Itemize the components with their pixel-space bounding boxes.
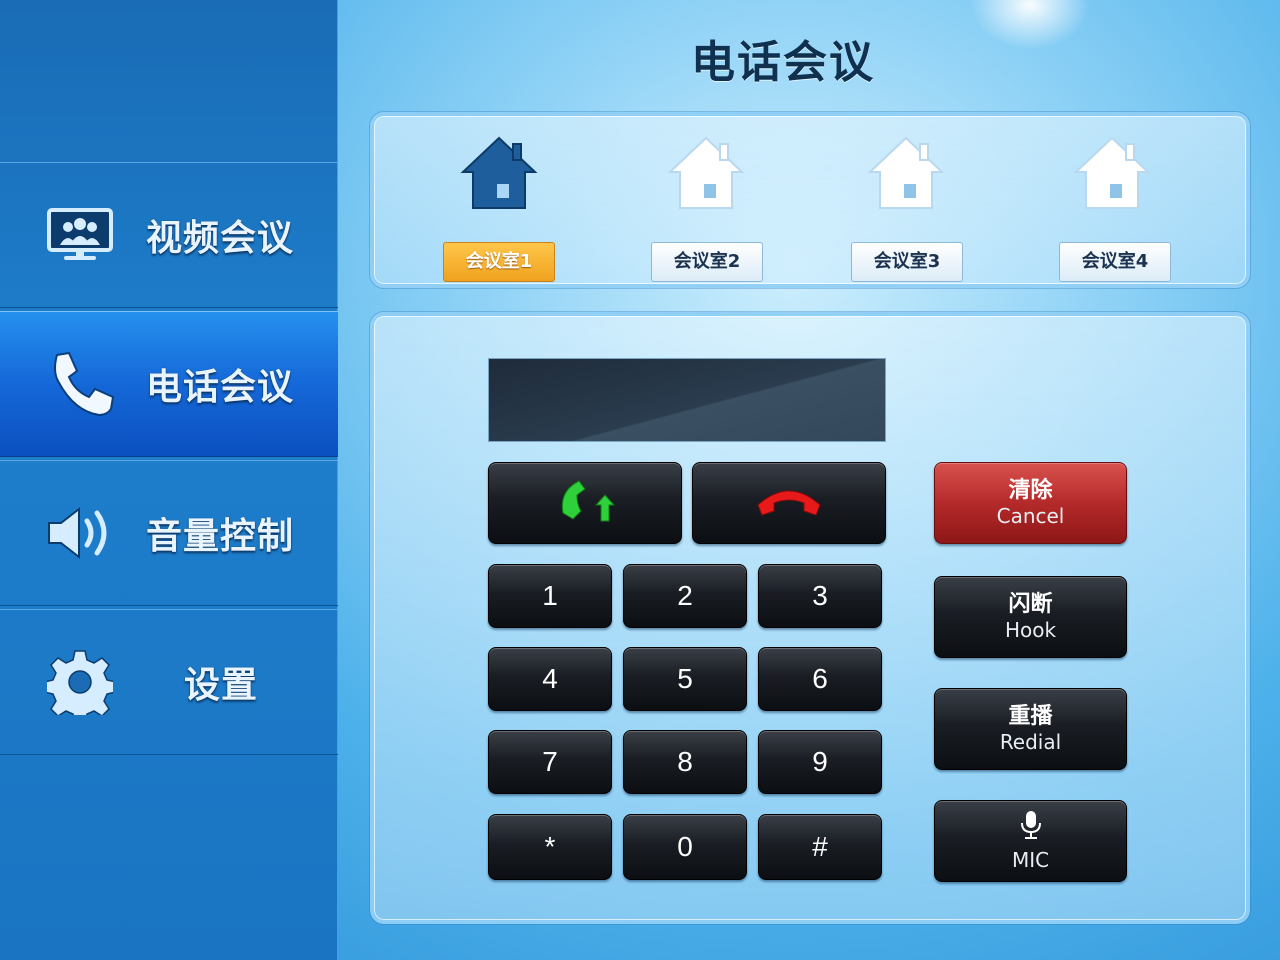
sidebar: 视频会议 电话会议 音量控制 设置 [0, 0, 338, 960]
redial-button[interactable]: 重播 Redial [934, 688, 1127, 770]
key-hash[interactable]: # [758, 814, 882, 880]
call-button[interactable] [488, 462, 682, 544]
sidebar-item-label: 音量控制 [146, 516, 295, 557]
key-1[interactable]: 1 [488, 564, 612, 628]
sidebar-item-settings[interactable]: 设置 [0, 609, 338, 755]
microphone-icon [1020, 810, 1042, 848]
hang-up-button[interactable] [692, 462, 886, 544]
house-icon [866, 132, 946, 212]
call-answer-icon [555, 475, 616, 532]
clear-label-cn: 清除 [1008, 477, 1053, 503]
key-4[interactable]: 4 [488, 647, 612, 711]
room-2[interactable]: 会议室2 [646, 126, 766, 282]
sidebar-item-label: 视频会议 [146, 218, 295, 259]
monitor-people-icon [44, 199, 116, 271]
page-title: 电话会议 [691, 37, 875, 88]
hang-up-icon [754, 483, 824, 524]
key-5[interactable]: 5 [623, 647, 747, 711]
sidebar-item-volume-control[interactable]: 音量控制 [0, 460, 338, 606]
room-2-button[interactable]: 会议室2 [651, 242, 763, 282]
dial-display [488, 358, 886, 442]
clear-label-en: Cancel [996, 504, 1065, 529]
sidebar-item-video-conference[interactable]: 视频会议 [0, 162, 338, 308]
room-1[interactable]: 会议室1 [439, 126, 559, 282]
house-icon [666, 132, 746, 212]
room-4[interactable]: 会议室4 [1052, 126, 1172, 282]
room-3[interactable]: 会议室3 [846, 126, 966, 282]
clear-button[interactable]: 清除 Cancel [934, 462, 1127, 544]
sidebar-item-phone-conference[interactable]: 电话会议 [0, 311, 338, 457]
sidebar-item-label: 设置 [184, 665, 259, 706]
mic-label: MIC [1011, 847, 1050, 872]
key-2[interactable]: 2 [623, 564, 747, 628]
key-0[interactable]: 0 [623, 814, 747, 880]
phone-icon [44, 348, 116, 420]
room-1-button[interactable]: 会议室1 [443, 242, 555, 282]
redial-label-cn: 重播 [1008, 703, 1053, 729]
room-4-button[interactable]: 会议室4 [1059, 242, 1171, 282]
redial-label-en: Redial [999, 730, 1062, 755]
mic-button[interactable]: MIC [934, 800, 1127, 882]
hook-label-en: Hook [1004, 618, 1057, 643]
room-3-button[interactable]: 会议室3 [851, 242, 963, 282]
hook-button[interactable]: 闪断 Hook [934, 576, 1127, 658]
key-star[interactable]: * [488, 814, 612, 880]
hook-label-cn: 闪断 [1008, 591, 1053, 617]
sidebar-item-label: 电话会议 [146, 367, 295, 408]
key-3[interactable]: 3 [758, 564, 882, 628]
key-9[interactable]: 9 [758, 730, 882, 794]
key-7[interactable]: 7 [488, 730, 612, 794]
key-8[interactable]: 8 [623, 730, 747, 794]
house-icon [459, 132, 539, 212]
key-6[interactable]: 6 [758, 647, 882, 711]
house-icon [1072, 132, 1152, 212]
gear-icon [44, 646, 116, 718]
speaker-icon [44, 497, 116, 569]
